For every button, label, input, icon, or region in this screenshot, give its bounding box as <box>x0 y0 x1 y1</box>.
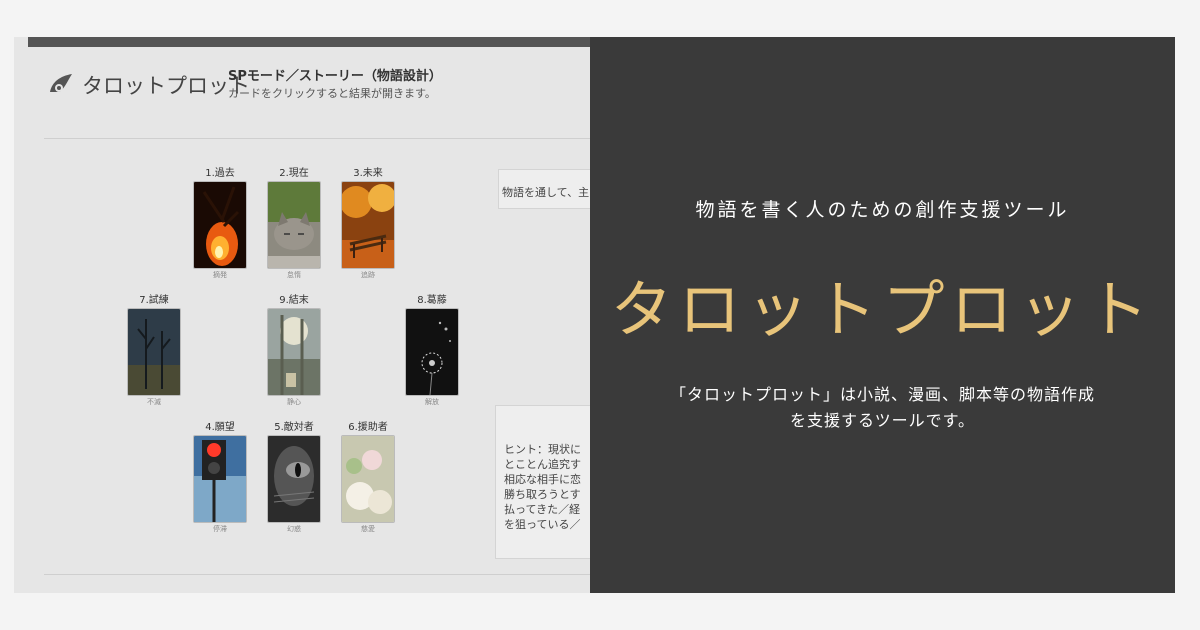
description: 「タロットプロット」は小説、漫画、脚本等の物語作成 を支援するツールです。 <box>590 382 1175 434</box>
hint-line: 勝ち取ろうとす <box>504 488 581 501</box>
card-image-roses <box>341 435 395 523</box>
hint-line: を狙っている／ <box>504 518 581 531</box>
result-text: 物語を通して、主 <box>502 186 590 199</box>
card-caption: 幻惑 <box>287 525 301 533</box>
promo-overlay: 物語を書く人のための創作支援ツール タロットプロット 「タロットプロット」は小説… <box>590 37 1175 593</box>
divider-top <box>44 138 590 139</box>
top-bar <box>28 37 590 47</box>
big-title: タロットプロット <box>610 273 1155 346</box>
hint-line: 相応な相手に恋 <box>504 473 581 486</box>
mode-title: SPモード／ストーリー（物語設計） <box>228 69 442 84</box>
card-image-traffic-light <box>193 435 247 523</box>
card-caption: 静心 <box>287 398 301 406</box>
card-label: 9.結末 <box>279 295 309 306</box>
card-caption: 不滅 <box>147 398 161 406</box>
logo-text: タロットプロット <box>82 74 250 98</box>
card-label: 6.援助者 <box>348 422 388 433</box>
card-caption: 解放 <box>425 398 439 406</box>
card-image-fire <box>193 181 247 269</box>
card-caption: 慈愛 <box>361 525 375 533</box>
card-image-cat <box>267 181 321 269</box>
card-label: 8.葛藤 <box>417 295 447 306</box>
hint-panel: ヒント：現状に とことん追究す 相応な相手に恋 勝ち取ろうとす 払ってきた／経 … <box>495 405 590 559</box>
hint-text: ヒント：現状に とことん追究す 相応な相手に恋 勝ち取ろうとす 払ってきた／経 … <box>504 442 581 532</box>
card-desire[interactable]: 4.願望 停滞 <box>193 422 247 534</box>
card-caption: 停滞 <box>213 525 227 533</box>
logo[interactable]: タロットプロット <box>46 70 250 100</box>
card-label: 1.過去 <box>205 168 235 179</box>
logo-icon <box>50 74 72 92</box>
card-caption: 怠惰 <box>287 271 301 279</box>
card-image-dead-trees <box>127 308 181 396</box>
mode-subtitle: カードをクリックすると結果が開きます。 <box>228 87 436 100</box>
card-caption: 追跡 <box>361 271 375 279</box>
hint-line: 払ってきた／経 <box>504 503 581 516</box>
card-ending[interactable]: 9.結末 静心 <box>267 295 321 407</box>
hint-line: とことん追究す <box>504 458 581 471</box>
tagline: 物語を書く人のための創作支援ツール <box>695 199 1070 221</box>
app-screenshot: タロットプロット SPモード／ストーリー（物語設計） カードをクリックすると結果… <box>14 37 590 593</box>
card-conflict[interactable]: 8.葛藤 解放 <box>405 295 459 407</box>
description-line-1: 「タロットプロット」は小説、漫画、脚本等の物語作成 <box>669 385 1095 404</box>
card-present[interactable]: 2.現在 怠惰 <box>267 168 321 280</box>
card-label: 4.願望 <box>205 422 235 433</box>
divider-bottom <box>44 574 590 575</box>
card-label: 7.試練 <box>139 295 169 306</box>
hint-line: ヒント：現状に <box>504 443 581 456</box>
card-past[interactable]: 1.過去 摘発 <box>193 168 247 280</box>
card-trial[interactable]: 7.試練 不滅 <box>127 295 181 407</box>
card-label: 5.敵対者 <box>274 422 314 433</box>
card-caption: 摘発 <box>213 271 227 279</box>
card-image-sunlit-trees <box>267 308 321 396</box>
card-label: 3.未来 <box>353 168 383 179</box>
card-future[interactable]: 3.未来 追跡 <box>341 168 395 280</box>
card-image-dandelion <box>405 308 459 396</box>
card-adversary[interactable]: 5.敵対者 幻惑 <box>267 422 321 534</box>
card-image-autumn-bench <box>341 181 395 269</box>
card-label: 2.現在 <box>279 168 309 179</box>
card-image-cat-eye <box>267 435 321 523</box>
card-helper[interactable]: 6.援助者 慈愛 <box>341 422 395 534</box>
description-line-2: を支援するツールです。 <box>789 411 976 430</box>
result-panel: 物語を通して、主 <box>498 169 590 209</box>
